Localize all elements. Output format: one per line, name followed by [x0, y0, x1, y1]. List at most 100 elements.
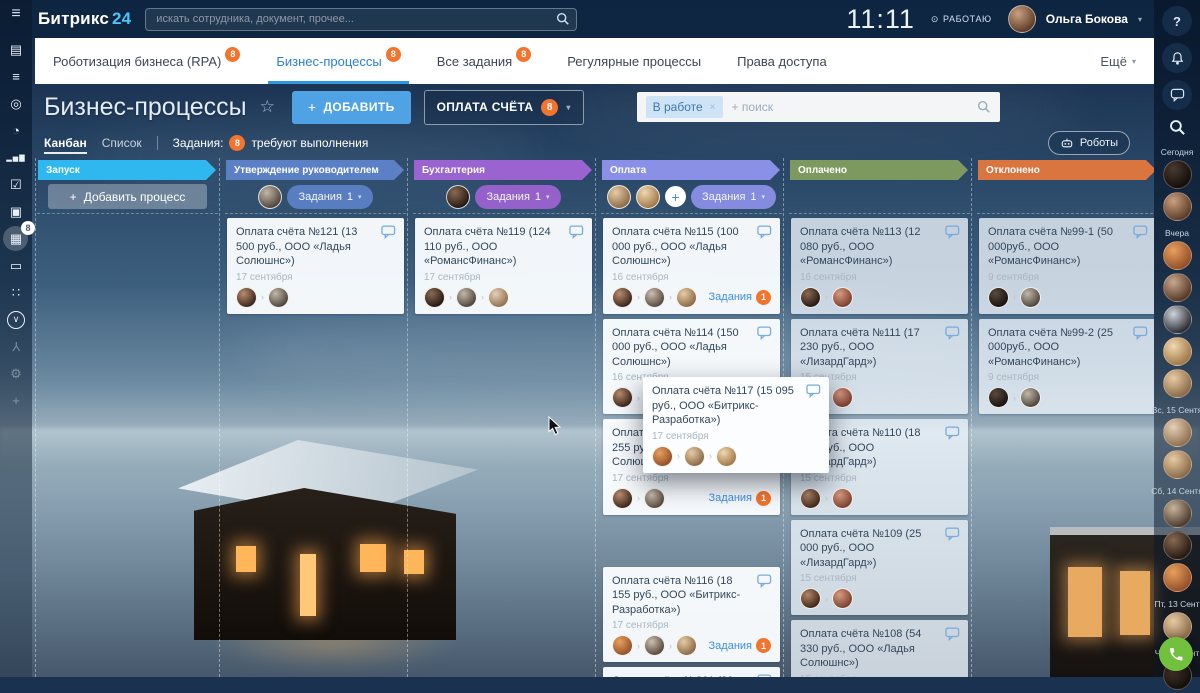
avatar[interactable] [988, 287, 1009, 308]
kanban-card[interactable]: Оплата счёта №201 (33 000 руб., ООО «Лад… [603, 667, 780, 677]
avatar[interactable] [612, 635, 633, 656]
tab-business-processes[interactable]: Бизнес-процессы8 [276, 38, 400, 84]
kanban-card[interactable]: Оплата счёта №113 (12 080 руб., ООО «Ром… [791, 218, 968, 314]
sidebar-search-button[interactable] [1169, 119, 1186, 141]
tasks-counter[interactable]: Задания: 8 требуют выполнения [173, 135, 369, 151]
view-tab-list[interactable]: Список [102, 130, 142, 156]
avatar[interactable] [800, 588, 821, 609]
comment-icon[interactable] [757, 574, 772, 593]
kanban-card[interactable]: Оплата счёта №117 (15 095 руб., ООО «Бит… [643, 377, 829, 473]
messenger-icon[interactable]: ≡ [2, 63, 30, 90]
kanban-card[interactable]: Оплата счёта №108 (54 330 руб., ООО «Лад… [791, 620, 968, 677]
avatar[interactable] [1163, 369, 1192, 398]
favorite-star-icon[interactable]: ☆ [260, 97, 275, 117]
bitrix24-logo[interactable]: Битрикс24 [38, 9, 131, 29]
avatar[interactable] [258, 185, 282, 209]
filter-search-box[interactable]: В работе× + поиск [637, 92, 1000, 122]
add-assignee-button[interactable]: + [665, 186, 686, 207]
column-tasks-pill[interactable]: Задания1▾ [475, 185, 560, 209]
card-tasks-link[interactable]: Задания1 [709, 290, 771, 305]
notifications-button[interactable] [1162, 43, 1192, 73]
avatar[interactable] [612, 387, 633, 408]
tab-access-rights[interactable]: Права доступа [737, 38, 827, 84]
kanban-card[interactable]: Оплата счёта №121 (13 500 руб., ООО «Лад… [227, 218, 404, 314]
live-feed-icon[interactable]: ▤ [2, 36, 30, 63]
avatar[interactable] [612, 287, 633, 308]
avatar[interactable] [832, 387, 853, 408]
user-avatar[interactable] [1008, 5, 1036, 33]
search-icon[interactable] [977, 100, 991, 114]
column-header[interactable]: Отклонено [978, 160, 1154, 180]
avatar[interactable] [1163, 450, 1192, 479]
help-button[interactable]: ? [1162, 6, 1192, 36]
avatar[interactable] [607, 185, 631, 209]
avatar[interactable] [1163, 531, 1192, 560]
column-header[interactable]: Оплата [602, 160, 780, 180]
column-header[interactable]: Бухгалтерия [414, 160, 592, 180]
menu-icon[interactable]: ≡ [11, 6, 20, 22]
avatar[interactable] [676, 287, 697, 308]
avatar[interactable] [676, 635, 697, 656]
avatar[interactable] [644, 287, 665, 308]
avatar[interactable] [800, 287, 821, 308]
avatar[interactable] [446, 185, 470, 209]
comment-icon[interactable] [945, 426, 960, 445]
search-icon[interactable] [556, 12, 570, 31]
avatar[interactable] [1163, 192, 1192, 221]
reports-icon[interactable]: ▂▅▇ [2, 144, 30, 171]
user-name[interactable]: Ольга Бокова [1046, 12, 1128, 26]
kanban-card[interactable]: Оплата счёта №109 (25 000 руб., ООО «Лиз… [791, 520, 968, 616]
robots-button[interactable]: Роботы [1048, 131, 1130, 155]
tabs-more-button[interactable]: Ещё▾ [1100, 54, 1136, 69]
avatar[interactable] [456, 287, 477, 308]
avatar[interactable] [716, 446, 737, 467]
column-header[interactable]: Запуск [38, 160, 216, 180]
kanban-card[interactable]: Оплата счёта №119 (124 110 руб., ООО «Ро… [415, 218, 592, 314]
avatar[interactable] [1163, 418, 1192, 447]
process-type-button[interactable]: ОПЛАТА СЧЁТА 8 ▾ [424, 90, 584, 125]
sites-icon[interactable]: ▭ [2, 252, 30, 279]
marketplace-icon[interactable]: ∷ [2, 279, 30, 306]
avatar[interactable] [236, 287, 257, 308]
avatar[interactable] [644, 635, 665, 656]
comment-icon[interactable] [806, 384, 821, 403]
comment-icon[interactable] [757, 326, 772, 345]
kanban-card[interactable]: Оплата счёта №115 (100 000 руб., ООО «Ла… [603, 218, 780, 314]
comment-icon[interactable] [945, 627, 960, 646]
column-tasks-pill[interactable]: Задания1▾ [691, 185, 776, 209]
column-tasks-pill[interactable]: Задания1▾ [287, 185, 372, 209]
avatar[interactable] [1163, 160, 1192, 189]
avatar[interactable] [424, 287, 445, 308]
column-header[interactable]: Оплачено [790, 160, 968, 180]
comment-icon[interactable] [1133, 225, 1148, 244]
collapse-icon[interactable]: ∨ [2, 306, 30, 333]
card-tasks-link[interactable]: Задания1 [709, 491, 771, 506]
avatar[interactable] [1020, 287, 1041, 308]
view-tab-kanban[interactable]: Канбан [44, 130, 87, 156]
avatar[interactable] [488, 287, 509, 308]
messenger-button[interactable] [1162, 80, 1192, 110]
clock[interactable]: 11:11 [846, 4, 915, 35]
comment-icon[interactable] [945, 326, 960, 345]
filter-tag[interactable]: В работе× [646, 96, 723, 118]
settings-icon[interactable]: ⚙ [2, 360, 30, 387]
time-management-icon[interactable]: ◔ [2, 117, 30, 144]
avatar[interactable] [1163, 563, 1192, 592]
avatar[interactable] [832, 287, 853, 308]
tab-regular-processes[interactable]: Регулярные процессы [567, 38, 701, 84]
business-processes-icon[interactable]: ▦8 [2, 225, 30, 252]
avatar[interactable] [652, 446, 673, 467]
avatar[interactable] [636, 185, 660, 209]
comment-icon[interactable] [945, 527, 960, 546]
comment-icon[interactable] [757, 225, 772, 244]
avatar[interactable] [1163, 273, 1192, 302]
avatar[interactable] [1163, 337, 1192, 366]
comment-icon[interactable] [945, 225, 960, 244]
crm-icon[interactable]: ◎ [2, 90, 30, 117]
kanban-card[interactable]: Оплата счёта №116 (18 155 руб., ООО «Бит… [603, 567, 780, 663]
close-icon[interactable]: × [710, 102, 716, 113]
tab-all-tasks[interactable]: Все задания8 [437, 38, 532, 84]
tasks-icon[interactable]: ☑ [2, 171, 30, 198]
comment-icon[interactable] [569, 225, 584, 244]
avatar[interactable] [1163, 499, 1192, 528]
